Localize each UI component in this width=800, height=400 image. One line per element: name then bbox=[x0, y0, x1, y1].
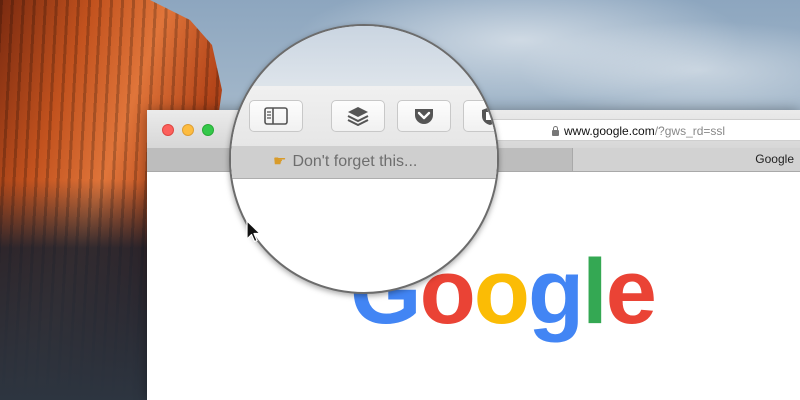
logo-letter-4: g bbox=[527, 241, 584, 343]
pointing-hand-icon: ☛ bbox=[273, 153, 287, 170]
logo-letter-6: e bbox=[605, 241, 657, 343]
shield-icon bbox=[482, 107, 497, 125]
logo-letter-3: o bbox=[473, 241, 530, 343]
pocket-icon bbox=[415, 109, 433, 124]
tab-google[interactable]: Google bbox=[572, 148, 800, 171]
extension-button[interactable] bbox=[463, 100, 497, 132]
maximize-window-button[interactable] bbox=[202, 124, 214, 136]
url-domain: www.google.com bbox=[564, 124, 655, 138]
logo-letter-5: l bbox=[582, 241, 608, 343]
layers-button[interactable] bbox=[331, 100, 385, 132]
mouse-cursor-icon bbox=[246, 220, 261, 243]
bookmark-label: Don't forget this... bbox=[292, 153, 418, 170]
url-path: /?gws_rd=ssl bbox=[654, 124, 726, 138]
sidebar-icon bbox=[264, 107, 288, 125]
sidebar-button[interactable] bbox=[249, 100, 303, 132]
close-window-button[interactable] bbox=[162, 124, 174, 136]
minimize-window-button[interactable] bbox=[182, 124, 194, 136]
bookmark-item[interactable]: ☛ Don't forget this... bbox=[273, 152, 417, 172]
lock-icon bbox=[552, 126, 559, 136]
address-bar[interactable]: www.google.com/?gws_rd=ssl bbox=[467, 119, 800, 141]
layers-icon bbox=[347, 107, 369, 126]
magnifier-callout: ☛ Don't forget this... bbox=[229, 24, 499, 294]
pocket-button[interactable] bbox=[397, 100, 451, 132]
